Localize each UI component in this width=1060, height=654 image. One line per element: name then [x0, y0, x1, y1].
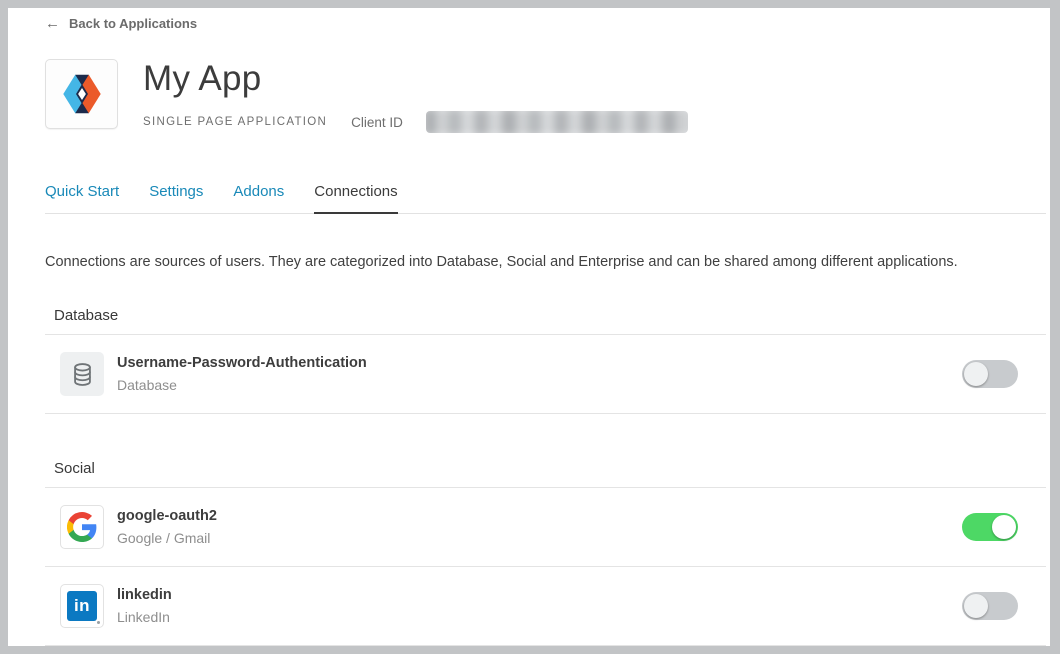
section-title-database: Database [54, 307, 1050, 324]
app-logo [45, 59, 118, 129]
connection-type: LinkedIn [117, 609, 962, 625]
toggle-knob [992, 515, 1016, 539]
app-header: My App SINGLE PAGE APPLICATION Client ID [45, 59, 1050, 133]
toggle-knob [964, 594, 988, 618]
toggle-google-oauth2[interactable] [962, 513, 1018, 541]
back-link-label: Back to Applications [69, 16, 197, 31]
app-header-text: My App SINGLE PAGE APPLICATION Client ID [143, 59, 688, 133]
section-database: Database Username-Password-Authenticatio… [45, 307, 1050, 414]
connection-row-google: google-oauth2 Google / Gmail [45, 488, 1046, 567]
screenshot-frame: ← Back to Applications My App SINGLE PAG… [0, 0, 1060, 654]
connection-row-username-password: Username-Password-Authentication Databas… [45, 335, 1046, 414]
back-arrow-icon: ← [45, 16, 60, 31]
tab-addons[interactable]: Addons [233, 183, 284, 213]
connections-description: Connections are sources of users. They a… [45, 254, 1040, 271]
section-title-social: Social [54, 460, 1050, 477]
connection-info: linkedin LinkedIn [117, 587, 962, 625]
linkedin-glyph: in [67, 591, 97, 621]
client-id-label: Client ID [351, 115, 403, 130]
toggle-linkedin[interactable] [962, 592, 1018, 620]
page-content: ← Back to Applications My App SINGLE PAG… [8, 8, 1050, 646]
connection-name: linkedin [117, 587, 962, 604]
app-title: My App [143, 59, 688, 99]
toggle-username-password[interactable] [962, 360, 1018, 388]
tab-connections[interactable]: Connections [314, 183, 397, 213]
connection-row-linkedin: in linkedin LinkedIn [45, 567, 1046, 646]
tab-settings[interactable]: Settings [149, 183, 203, 213]
connection-info: google-oauth2 Google / Gmail [117, 508, 962, 546]
client-id-redacted [426, 111, 688, 133]
connection-name: Username-Password-Authentication [117, 355, 962, 372]
section-social: Social google-oauth2 Google / Gmail [45, 460, 1050, 646]
linkedin-icon: in [60, 584, 104, 628]
registered-mark-dot [97, 621, 100, 624]
tab-quick-start[interactable]: Quick Start [45, 183, 119, 213]
connection-name: google-oauth2 [117, 508, 962, 525]
app-type-label: SINGLE PAGE APPLICATION [143, 116, 327, 128]
google-icon [60, 505, 104, 549]
app-logo-icon [56, 68, 108, 120]
connection-info: Username-Password-Authentication Databas… [117, 355, 962, 393]
tab-bar: Quick Start Settings Addons Connections [45, 183, 1046, 214]
app-meta: SINGLE PAGE APPLICATION Client ID [143, 111, 688, 133]
back-to-applications-link[interactable]: ← Back to Applications [45, 16, 197, 31]
connection-type: Google / Gmail [117, 530, 962, 546]
database-icon [60, 352, 104, 396]
toggle-knob [964, 362, 988, 386]
connection-type: Database [117, 377, 962, 393]
